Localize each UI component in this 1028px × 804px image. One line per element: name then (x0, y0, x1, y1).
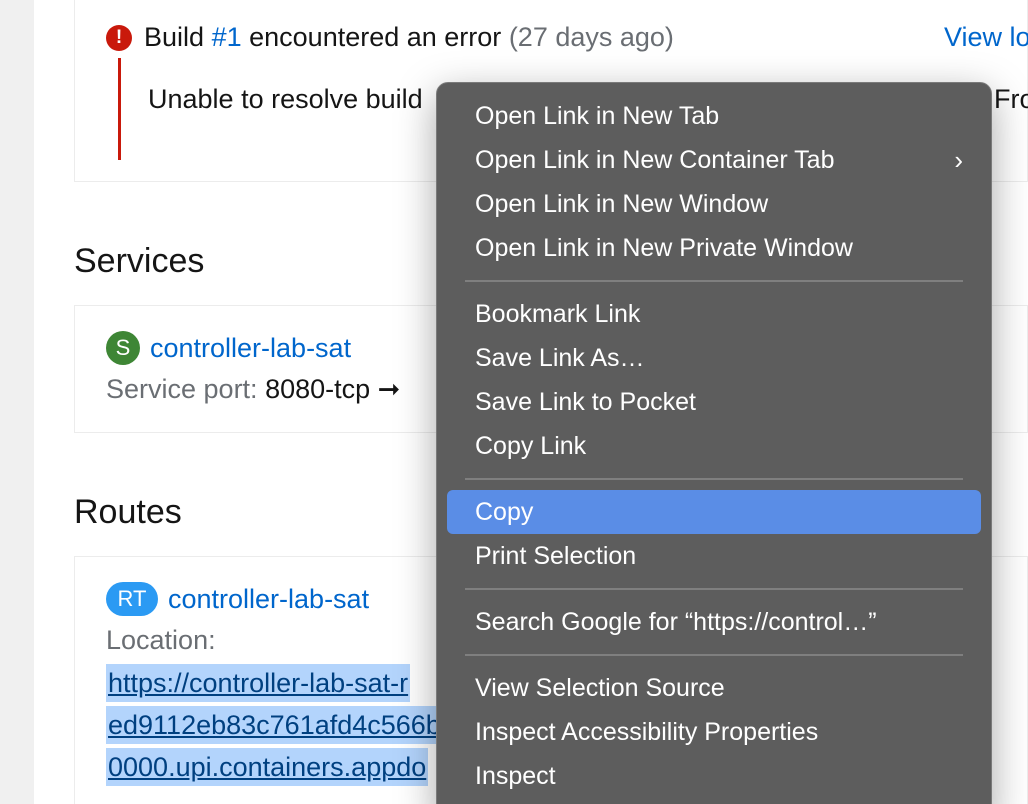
menu-item-label: Print Selection (475, 542, 637, 570)
error-bar (118, 58, 121, 160)
build-label: Build (144, 22, 205, 52)
menu-item-label: Bookmark Link (475, 300, 641, 328)
menu-item-label: Open Link in New Window (475, 190, 769, 218)
arrow-icon: ➞ (377, 374, 401, 404)
build-error-message: Unable to resolve build (148, 84, 423, 114)
route-name-link[interactable]: controller-lab-sat (168, 584, 369, 615)
menu-item-label: Inspect Accessibility Properties (475, 718, 819, 746)
menu-item-view-selection-source[interactable]: View Selection Source (447, 666, 981, 710)
view-logs-link[interactable]: View lo (944, 22, 1028, 53)
menu-separator (465, 588, 963, 590)
route-row: RT controller-lab-sat (106, 582, 369, 616)
menu-item-label: Copy (475, 498, 534, 526)
build-status-row: ! Build #1 encountered an error (27 days… (106, 22, 674, 53)
error-icon: ! (106, 24, 132, 51)
menu-item-print-selection[interactable]: Print Selection (447, 534, 981, 578)
menu-item-open-link-in-new-window[interactable]: Open Link in New Window (447, 182, 981, 226)
route-url-line-1[interactable]: https://controller-lab-sat-r (106, 664, 411, 702)
build-number-link[interactable]: #1 (212, 22, 242, 53)
context-menu: Open Link in New Tab Open Link in New Con… (436, 82, 992, 804)
service-badge: S (106, 331, 140, 365)
menu-item-label: Save Link to Pocket (475, 388, 696, 416)
menu-item-label: View Selection Source (475, 674, 725, 702)
service-row: S controller-lab-sat (106, 331, 351, 365)
menu-item-label: Open Link in New Private Window (475, 234, 853, 262)
routes-heading: Routes (74, 493, 182, 531)
menu-item-open-link-in-new-private-window[interactable]: Open Link in New Private Window (447, 226, 981, 270)
build-age: (27 days ago) (508, 22, 674, 52)
menu-item-open-link-in-new-container-tab[interactable]: Open Link in New Container Tab › (447, 138, 981, 182)
menu-item-label: Open Link in New Container Tab (475, 146, 835, 174)
service-port-row: Service port: 8080-tcp ➞ (106, 374, 400, 405)
page: ! Build #1 encountered an error (27 days… (0, 0, 1028, 804)
route-url-line-3[interactable]: 0000.upi.containers.appdo (106, 748, 429, 786)
route-location-label: Location: (106, 625, 216, 655)
chevron-right-icon: › (954, 145, 963, 175)
menu-separator (465, 478, 963, 480)
menu-item-search-google-for-https-control[interactable]: Search Google for “https://control…” (447, 600, 981, 644)
build-error-message-tail: Fro (994, 84, 1028, 114)
menu-item-label: Save Link As… (475, 344, 645, 372)
services-heading: Services (74, 242, 205, 280)
menu-item-bookmark-link[interactable]: Bookmark Link (447, 292, 981, 336)
service-port-value: 8080-tcp (265, 374, 371, 404)
menu-item-label: Search Google for “https://control…” (475, 608, 877, 636)
service-port-label: Service port: (106, 374, 258, 404)
route-badge: RT (106, 582, 158, 616)
menu-item-copy[interactable]: Copy (447, 490, 981, 534)
menu-item-label: Open Link in New Tab (475, 102, 720, 130)
menu-item-label: Copy Link (475, 432, 587, 460)
build-error-text: encountered an error (249, 22, 502, 52)
menu-separator (465, 654, 963, 656)
menu-item-inspect-accessibility-properties[interactable]: Inspect Accessibility Properties (447, 710, 981, 754)
menu-item-open-link-in-new-tab[interactable]: Open Link in New Tab (447, 94, 981, 138)
service-name-link[interactable]: controller-lab-sat (150, 333, 351, 364)
menu-item-save-link-as[interactable]: Save Link As… (447, 336, 981, 380)
route-url-line-2[interactable]: ed9112eb83c761afd4c566b (106, 706, 443, 744)
menu-item-inspect[interactable]: Inspect (447, 754, 981, 798)
menu-item-label: Inspect (475, 762, 556, 790)
menu-separator (465, 280, 963, 282)
menu-item-save-link-to-pocket[interactable]: Save Link to Pocket (447, 380, 981, 424)
menu-item-copy-link[interactable]: Copy Link (447, 424, 981, 468)
